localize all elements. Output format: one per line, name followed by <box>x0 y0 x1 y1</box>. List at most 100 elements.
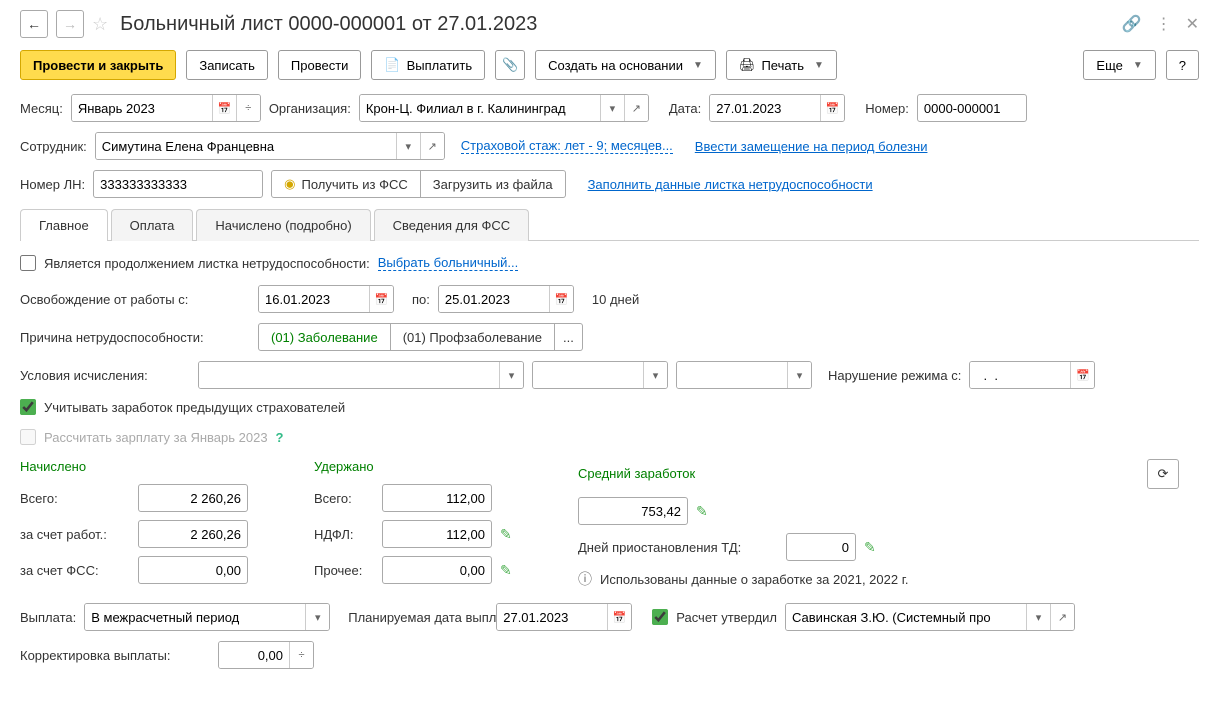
approved-by-field[interactable]: ▾ ↗ <box>785 603 1075 631</box>
help-icon[interactable]: ? <box>276 430 284 445</box>
nav-forward-button[interactable]: → <box>56 10 84 38</box>
fss-icon: ◉ <box>284 176 295 192</box>
prev-insurers-label: Учитывать заработок предыдущих страховат… <box>44 400 345 415</box>
post-and-close-button[interactable]: Провести и закрыть <box>20 50 176 80</box>
more-button[interactable]: Еще ▼ <box>1083 50 1155 80</box>
conditions-field-1[interactable]: ▾ <box>198 361 524 389</box>
calc-salary-checkbox <box>20 429 36 445</box>
get-from-fss-button[interactable]: ◉ Получить из ФСС <box>271 170 421 198</box>
create-based-on-button[interactable]: Создать на основании ▼ <box>535 50 716 80</box>
release-to-field[interactable]: 📅 <box>438 285 574 313</box>
info-icon: ⓘ <box>578 569 592 589</box>
edit-pencil-icon[interactable]: ✎ <box>500 562 512 579</box>
edit-pencil-icon[interactable]: ✎ <box>696 503 708 520</box>
edit-pencil-icon[interactable]: ✎ <box>500 526 512 543</box>
stepper-icon[interactable]: ÷ <box>289 642 313 668</box>
dropdown-icon[interactable]: ▾ <box>396 133 420 159</box>
accrued-total-field[interactable] <box>138 484 248 512</box>
conditions-label: Условия исчисления: <box>20 368 190 383</box>
tab-fss-info[interactable]: Сведения для ФСС <box>374 209 529 241</box>
dropdown-icon[interactable]: ▾ <box>643 362 667 388</box>
select-sicklist-link[interactable]: Выбрать больничный... <box>378 255 519 271</box>
help-button[interactable]: ? <box>1166 50 1199 80</box>
chevron-down-icon: ▼ <box>693 60 703 71</box>
month-field[interactable]: 📅 ÷ <box>71 94 261 122</box>
dropdown-icon[interactable]: ▾ <box>305 604 329 630</box>
open-icon[interactable]: ↗ <box>1050 604 1074 630</box>
favorite-star-icon[interactable]: ☆ <box>92 14 108 35</box>
other-field[interactable] <box>382 556 492 584</box>
ln-number-field[interactable] <box>93 170 263 198</box>
tab-payment[interactable]: Оплата <box>111 209 194 241</box>
release-from-field[interactable]: 📅 <box>258 285 394 313</box>
reason-prof-illness[interactable]: (01) Профзаболевание <box>391 323 555 351</box>
insurance-experience-link[interactable]: Страховой стаж: лет - 9; месяцев... <box>461 138 673 154</box>
employee-field[interactable]: ▾ ↗ <box>95 132 445 160</box>
calendar-icon[interactable]: 📅 <box>212 95 236 121</box>
print-button[interactable]: 🖨 Печать ▼ <box>726 50 837 80</box>
close-icon[interactable]: ✕ <box>1186 14 1199 34</box>
date-field[interactable]: 📅 <box>709 94 845 122</box>
payout-label: Выплата: <box>20 610 76 625</box>
continuation-label: Является продолжением листка нетрудоспос… <box>44 256 370 271</box>
calendar-icon[interactable]: 📅 <box>1070 362 1094 388</box>
tab-main[interactable]: Главное <box>20 209 108 241</box>
calendar-icon[interactable]: 📅 <box>820 95 844 121</box>
calendar-icon[interactable]: 📅 <box>549 286 573 312</box>
post-button[interactable]: Провести <box>278 50 362 80</box>
calendar-icon[interactable]: 📅 <box>369 286 393 312</box>
tabs: Главное Оплата Начислено (подробно) Свед… <box>20 208 1199 241</box>
td-days-label: Дней приостановления ТД: <box>578 540 778 555</box>
fill-sicklist-data-link[interactable]: Заполнить данные листка нетрудоспособнос… <box>588 177 873 192</box>
continuation-checkbox[interactable] <box>20 255 36 271</box>
tab-accrued[interactable]: Начислено (подробно) <box>196 209 370 241</box>
data-used-text: Использованы данные о заработке за 2021,… <box>600 572 908 587</box>
approved-label: Расчет утвердил <box>676 610 777 625</box>
payout-field[interactable]: ▾ <box>84 603 330 631</box>
ndfl-field[interactable] <box>382 520 492 548</box>
save-button[interactable]: Записать <box>186 50 268 80</box>
reason-more-button[interactable]: ... <box>555 323 583 351</box>
reason-selector: (01) Заболевание (01) Профзаболевание ..… <box>258 323 583 351</box>
number-field[interactable] <box>917 94 1027 122</box>
number-label: Номер: <box>865 101 909 116</box>
open-icon[interactable]: ↗ <box>624 95 648 121</box>
edit-pencil-icon[interactable]: ✎ <box>864 539 876 556</box>
open-icon[interactable]: ↗ <box>420 133 444 159</box>
org-field[interactable]: ▾ ↗ <box>359 94 649 122</box>
dropdown-icon[interactable]: ▾ <box>499 362 523 388</box>
dropdown-icon[interactable]: ▾ <box>787 362 811 388</box>
withheld-head: Удержано <box>314 459 554 474</box>
dropdown-icon[interactable]: ▾ <box>600 95 624 121</box>
link-icon[interactable]: 🔗 <box>1122 14 1142 34</box>
pay-button[interactable]: 📄 Выплатить <box>371 50 485 80</box>
regime-violation-field[interactable]: 📅 <box>969 361 1095 389</box>
org-label: Организация: <box>269 101 351 116</box>
prev-insurers-checkbox[interactable] <box>20 399 36 415</box>
accrued-head: Начислено <box>20 459 290 474</box>
stepper-icon[interactable]: ÷ <box>236 95 260 121</box>
load-from-file-button[interactable]: Загрузить из файла <box>421 170 566 198</box>
employer-label: за счет работ.: <box>20 527 130 542</box>
correction-field[interactable]: ÷ <box>218 641 314 669</box>
conditions-field-3[interactable]: ▾ <box>676 361 812 389</box>
attach-button[interactable]: 📎 <box>495 50 525 80</box>
withheld-total-field[interactable] <box>382 484 492 512</box>
conditions-field-2[interactable]: ▾ <box>532 361 668 389</box>
release-to-label: по: <box>412 292 430 307</box>
fss-label: за счет ФСС: <box>20 563 130 578</box>
substitution-link[interactable]: Ввести замещение на период болезни <box>695 139 928 154</box>
avg-earnings-field[interactable] <box>578 497 688 525</box>
approved-checkbox[interactable] <box>652 609 668 625</box>
td-days-field[interactable] <box>786 533 856 561</box>
refresh-button[interactable]: ⟳ <box>1147 459 1179 489</box>
employer-amount-field[interactable] <box>138 520 248 548</box>
nav-back-button[interactable]: ← <box>20 10 48 38</box>
planned-date-field[interactable]: 📅 <box>496 603 632 631</box>
calendar-icon[interactable]: 📅 <box>607 604 631 630</box>
reason-illness[interactable]: (01) Заболевание <box>258 323 391 351</box>
chevron-down-icon: ▼ <box>814 60 824 71</box>
fss-amount-field[interactable] <box>138 556 248 584</box>
dropdown-icon[interactable]: ▾ <box>1026 604 1050 630</box>
kebab-menu-icon[interactable]: ⋮ <box>1156 14 1172 34</box>
